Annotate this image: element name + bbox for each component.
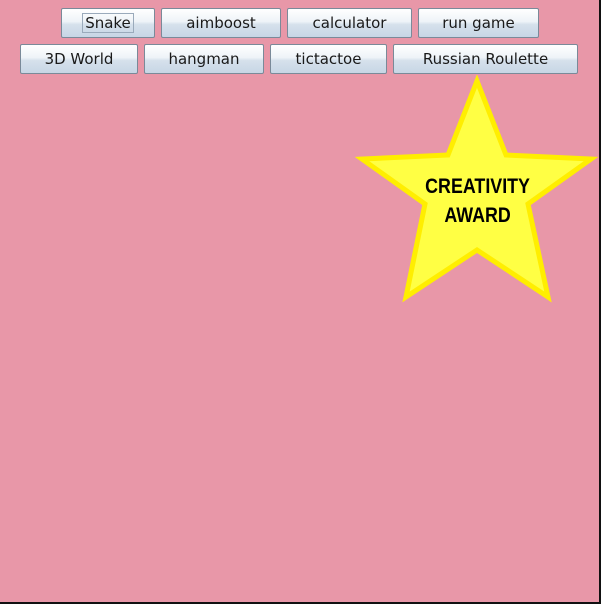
tictactoe-button[interactable]: tictactoe [270,44,387,74]
run-game-button[interactable]: run game [418,8,539,38]
tictactoe-button-label: tictactoe [295,50,362,68]
calculator-button-label: calculator [312,14,387,32]
russian-roulette-button-label: Russian Roulette [422,50,549,68]
app-window: Snake aimboost calculator run game 3D Wo… [0,0,601,604]
hangman-button-label: hangman [168,50,240,68]
snake-button[interactable]: Snake [61,8,155,38]
creativity-award-label: CREATIVITY AWARD [373,172,581,230]
calculator-button[interactable]: calculator [287,8,412,38]
russian-roulette-button[interactable]: Russian Roulette [393,44,578,74]
3d-world-button[interactable]: 3D World [20,44,138,74]
hangman-button[interactable]: hangman [144,44,264,74]
award-line-2: AWARD [444,204,511,227]
run-game-button-label: run game [442,14,515,32]
award-line-1: CREATIVITY [425,175,530,198]
aimboost-button-label: aimboost [186,14,256,32]
3d-world-button-label: 3D World [44,50,114,68]
snake-button-label: Snake [82,13,134,33]
aimboost-button[interactable]: aimboost [161,8,281,38]
